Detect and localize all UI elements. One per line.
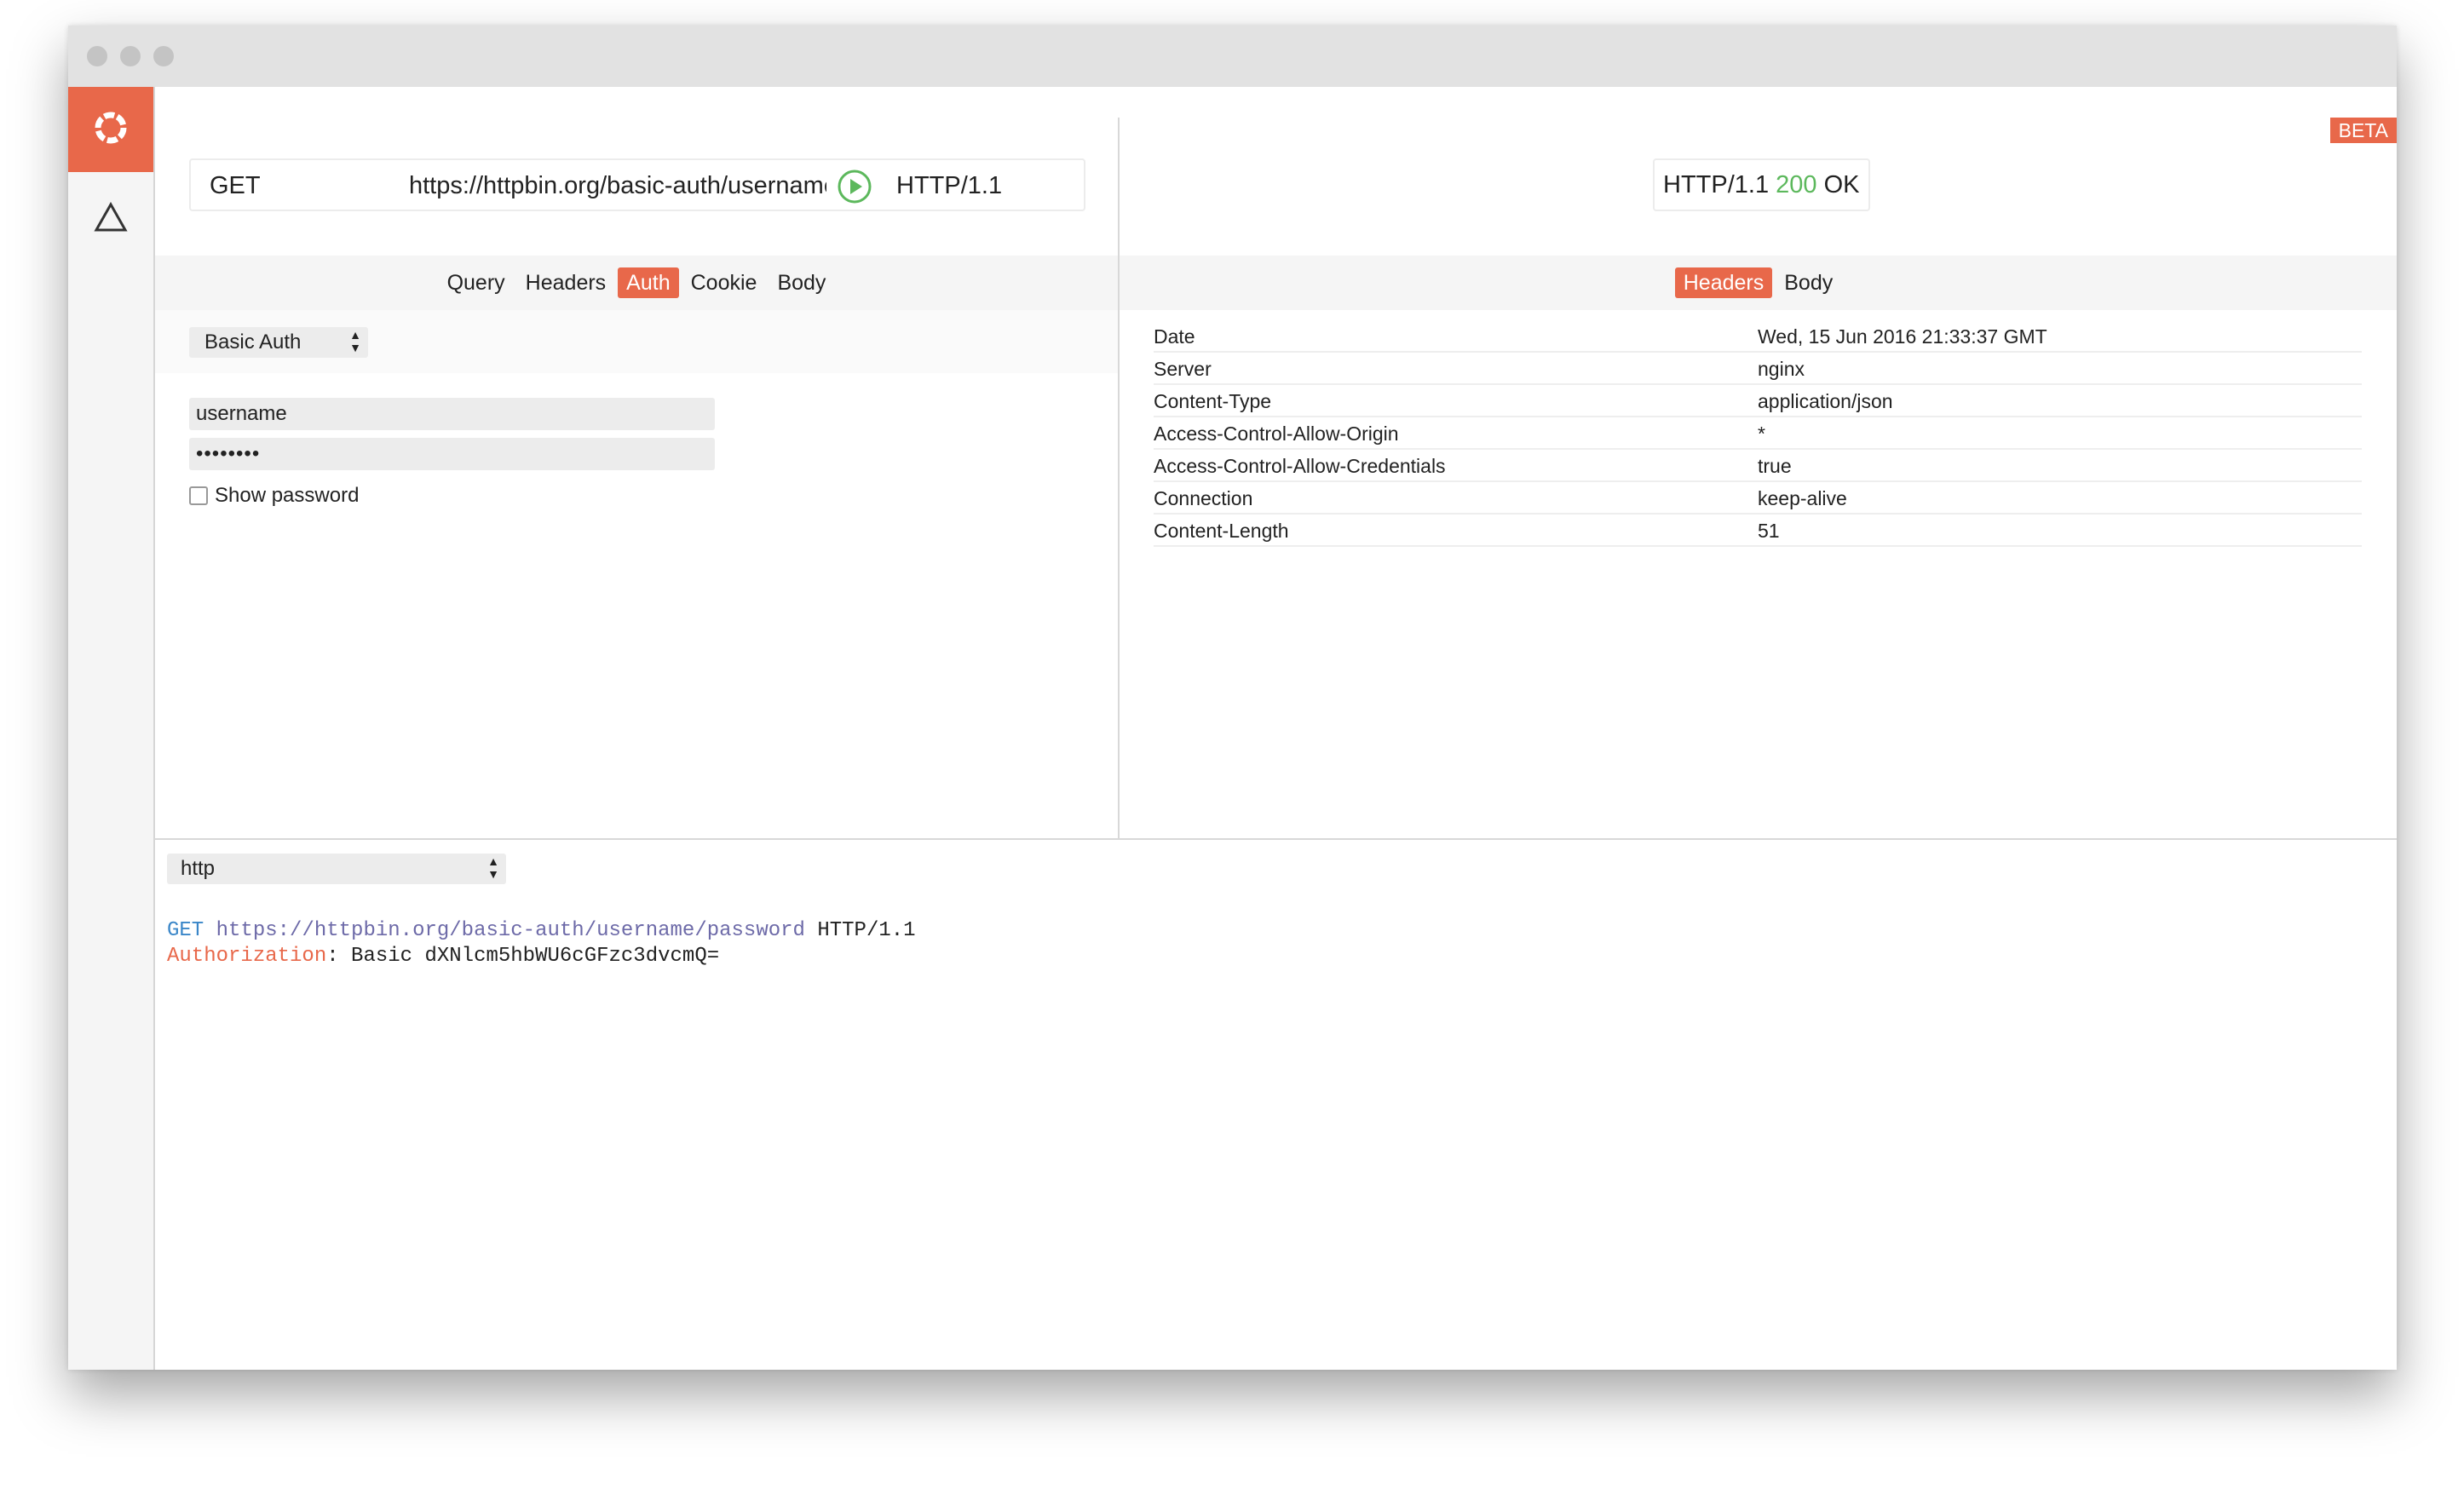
language-select[interactable]: http ▲ ▼ (167, 854, 506, 884)
request-bar: GET https://httpbin.org/basic-auth/usern… (189, 158, 1085, 211)
status-code: 200 (1776, 171, 1817, 198)
protocol-select[interactable]: HTTP/1.1 (896, 172, 1002, 200)
table-row: Date Wed, 15 Jun 2016 21:33:37 GMT (1154, 320, 2362, 353)
close-window-button[interactable] (87, 46, 107, 66)
tab-response-headers[interactable]: Headers (1674, 267, 1773, 298)
status-text: OK (1823, 171, 1860, 198)
header-name: Connection (1154, 487, 1253, 509)
table-row: Connection keep-alive (1154, 482, 2362, 515)
request-tabs: Query Headers Auth Cookie Body (155, 256, 1118, 310)
maximize-window-button[interactable] (153, 46, 174, 66)
header-name: Server (1154, 358, 1212, 380)
auth-type-row: Basic Auth ▲ ▼ (155, 310, 1118, 373)
header-value: application/json (1758, 390, 1893, 412)
tab-auth[interactable]: Auth (618, 267, 679, 298)
code-url: https://httpbin.org/basic-auth/username/… (216, 919, 805, 942)
auth-type-select[interactable]: Basic Auth ▲ ▼ (189, 327, 368, 358)
beta-badge: BETA (2329, 118, 2397, 143)
tab-cookie[interactable]: Cookie (682, 267, 766, 298)
table-row: Content-Type application/json (1154, 385, 2362, 417)
header-name: Content-Length (1154, 520, 1289, 542)
response-headers-table: Date Wed, 15 Jun 2016 21:33:37 GMT Serve… (1154, 320, 2362, 547)
auth-type-value: Basic Auth (204, 331, 302, 354)
username-field[interactable]: username (189, 398, 715, 430)
lifebuoy-logo-icon (92, 109, 130, 151)
vertical-divider[interactable] (1118, 118, 1120, 838)
title-bar (68, 26, 2397, 87)
header-name: Access-Control-Allow-Origin (1154, 423, 1399, 445)
code-separator: : (326, 945, 339, 968)
table-row: Access-Control-Allow-Credentials true (1154, 450, 2362, 482)
header-name: Date (1154, 325, 1195, 348)
sidebar (68, 87, 155, 1370)
url-input[interactable]: https://httpbin.org/basic-auth/username/… (409, 172, 826, 200)
code-line-2: Authorization: Basic dXNlcm5hbWU6cGFzc3d… (167, 944, 916, 969)
header-value: 51 (1758, 520, 1780, 542)
horizontal-divider[interactable] (155, 838, 2397, 840)
select-arrows-icon: ▲ ▼ (487, 854, 499, 881)
response-status: HTTP/1.1 200 OK (1653, 158, 1870, 211)
select-arrows-icon: ▲ ▼ (349, 328, 361, 354)
response-tabs: Headers Body (1120, 256, 2397, 310)
header-value: nginx (1758, 358, 1805, 380)
send-button[interactable] (837, 169, 872, 204)
code-method: GET (167, 919, 204, 942)
code-header-key: Authorization (167, 945, 327, 968)
tab-body[interactable]: Body (769, 267, 834, 298)
table-row: Server nginx (1154, 353, 2362, 385)
code-protocol: HTTP/1.1 (817, 919, 916, 942)
tab-headers[interactable]: Headers (517, 267, 615, 298)
code-header-value: Basic dXNlcm5hbWU6cGFzc3dvcmQ= (351, 945, 720, 968)
method-select[interactable]: GET (210, 172, 261, 200)
sidebar-item-request[interactable] (68, 87, 153, 172)
show-password-toggle[interactable]: Show password (189, 484, 359, 508)
app-window: BETA GET https://httpbin.org/basic-auth/… (68, 26, 2397, 1370)
play-icon (838, 170, 872, 204)
header-value: true (1758, 455, 1792, 477)
sidebar-item-triangle[interactable] (68, 189, 153, 249)
code-preview[interactable]: GET https://httpbin.org/basic-auth/usern… (167, 918, 916, 969)
header-value: keep-alive (1758, 487, 1847, 509)
header-name: Access-Control-Allow-Credentials (1154, 455, 1446, 477)
header-value: Wed, 15 Jun 2016 21:33:37 GMT (1758, 325, 2047, 348)
table-row: Content-Length 51 (1154, 515, 2362, 547)
language-value: http (181, 857, 216, 880)
code-line-1: GET https://httpbin.org/basic-auth/usern… (167, 918, 916, 944)
password-field[interactable]: •••••••• (189, 438, 715, 470)
header-name: Content-Type (1154, 390, 1272, 412)
tab-response-body[interactable]: Body (1776, 267, 1841, 298)
table-row: Access-Control-Allow-Origin * (1154, 417, 2362, 450)
show-password-checkbox[interactable] (189, 486, 208, 505)
header-value: * (1758, 423, 1765, 445)
triangle-icon (94, 201, 128, 237)
response-protocol: HTTP/1.1 (1663, 171, 1770, 198)
show-password-label: Show password (215, 484, 360, 507)
minimize-window-button[interactable] (120, 46, 141, 66)
tab-query[interactable]: Query (439, 267, 514, 298)
main-panel: BETA GET https://httpbin.org/basic-auth/… (155, 87, 2397, 1370)
